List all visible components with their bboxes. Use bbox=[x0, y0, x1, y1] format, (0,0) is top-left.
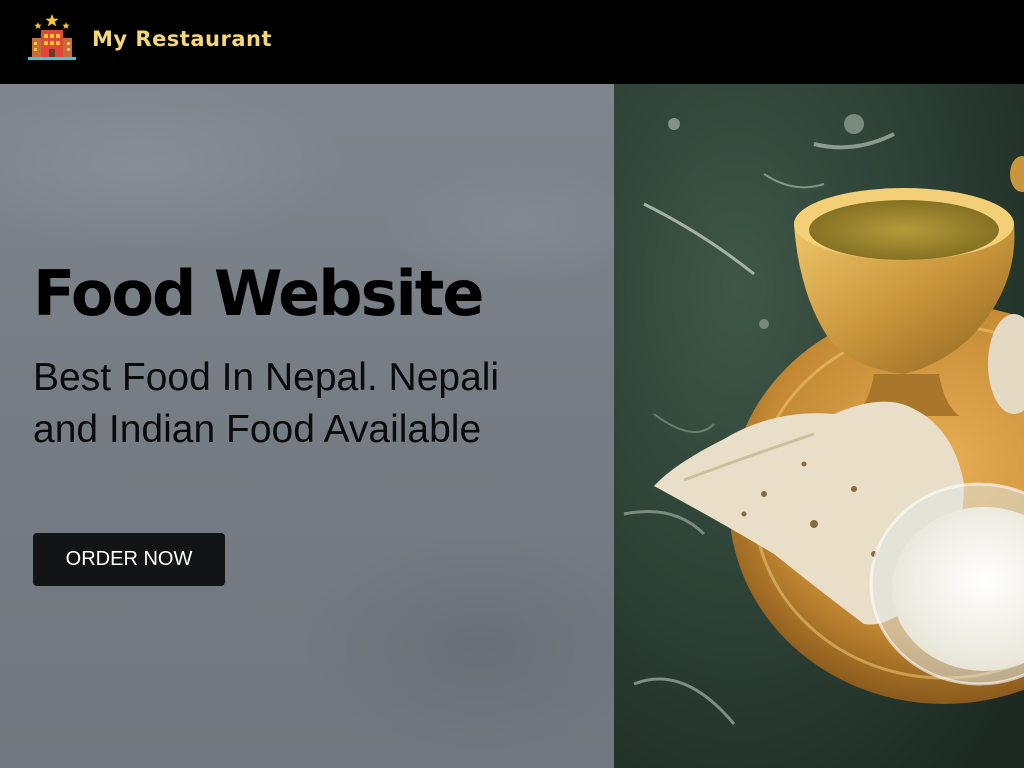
brand-home-link[interactable]: My Restaurant bbox=[26, 12, 272, 64]
hero-food-image bbox=[614, 84, 1024, 768]
hero-tagline: Best Food In Nepal. Nepali and Indian Fo… bbox=[33, 356, 500, 451]
brand-name: My Restaurant bbox=[92, 27, 272, 51]
restaurant-building-icon bbox=[28, 14, 76, 60]
hero-section: Food Website Best Food In Nepal. Nepali … bbox=[0, 84, 1024, 768]
hero-text-panel: Food Website Best Food In Nepal. Nepali … bbox=[0, 84, 614, 768]
nepali-thali-food-photo bbox=[614, 84, 1024, 768]
navbar: My Restaurant bbox=[0, 0, 1024, 84]
hero-title: Food Website bbox=[33, 257, 484, 330]
order-now-button[interactable]: ORDER NOW bbox=[33, 533, 225, 586]
